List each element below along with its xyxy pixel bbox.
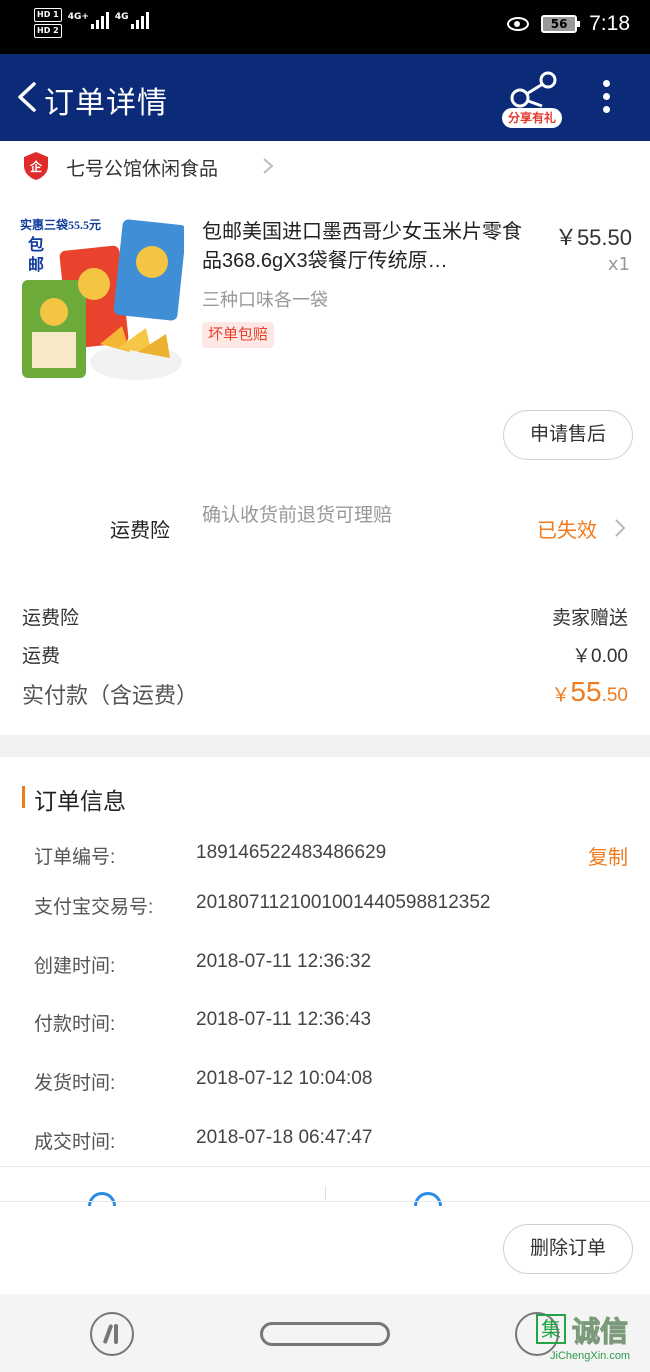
app-header: 订单详情 分享有礼 [0, 54, 650, 141]
shipped-time-value: 2018-07-12 10:04:08 [196, 1068, 373, 1089]
shipping-insurance-description: 确认收货前退货可理赔 [202, 505, 393, 526]
eye-comfort-icon [507, 17, 530, 31]
signal-2-icon: 4G [115, 12, 149, 29]
enterprise-shield-icon: 企 [24, 152, 48, 180]
shipping-fee-value: ￥0.00 [572, 646, 628, 667]
product-image[interactable]: 实惠三袋55.5元 包邮 [18, 212, 184, 382]
product-quantity: x1 [607, 254, 630, 275]
watermark-url: JiChengXin.com [550, 1350, 631, 1362]
order-info-title: 订单信息 [34, 788, 126, 814]
shipping-insurance-label: 运费险 [110, 520, 170, 542]
svg-text:企: 企 [29, 159, 43, 174]
order-number-value: 189146522483486629 [196, 842, 387, 863]
section-separator [0, 735, 650, 757]
completed-time-label: 成交时间: [34, 1132, 116, 1153]
shop-row[interactable]: 企 七号公馆休闲食品 [0, 141, 650, 191]
chevron-right-icon[interactable] [614, 518, 626, 538]
more-menu-icon[interactable] [600, 80, 612, 116]
total-paid-value: ￥55.50 [551, 676, 628, 708]
apply-after-sale-button[interactable]: 申请售后 [503, 410, 633, 460]
total-paid-label: 实付款（含运费） [22, 683, 199, 708]
system-nav-bar: 集 诚信 JiChengXin.com [0, 1294, 650, 1372]
total-paid-decimal: .50 [601, 685, 628, 706]
shop-name[interactable]: 七号公馆休闲食品 [66, 154, 218, 181]
product-title[interactable]: 包邮美国进口墨西哥少女玉米片零食品368.6gX3袋餐厅传统原… [202, 218, 538, 276]
created-time-value: 2018-07-11 12:36:32 [196, 951, 372, 972]
chevron-right-icon [263, 158, 274, 174]
divider [0, 1166, 650, 1167]
page-title: 订单详情 [44, 87, 168, 120]
copy-button[interactable]: 复制 [588, 841, 628, 870]
share-icon [510, 71, 557, 108]
signal-1-icon: 4G+ [68, 12, 109, 29]
alipay-trade-label: 支付宝交易号: [34, 897, 154, 918]
divider [0, 1201, 650, 1202]
clock: 7:18 [589, 12, 630, 35]
network-2-label: 4G [114, 12, 129, 22]
completed-time-value: 2018-07-18 06:47:47 [196, 1127, 373, 1148]
insurance-fee-label: 运费险 [22, 608, 80, 629]
hd-indicators: HD 1 HD 2 [34, 8, 62, 38]
call-seller-icon[interactable] [414, 1192, 444, 1206]
share-reward-badge: 分享有礼 [502, 108, 562, 128]
network-1-label: 4G+ [67, 12, 89, 22]
total-paid-integer: 55 [570, 676, 602, 707]
share-button[interactable]: 分享有礼 [500, 68, 564, 130]
watermark-logo: 集 诚信 JiChengXin.com [530, 1310, 646, 1368]
shipping-fee-label: 运费 [22, 646, 61, 667]
product-free-shipping-text: 包邮 [28, 237, 45, 274]
delete-order-button[interactable]: 删除订单 [503, 1224, 633, 1274]
watermark-name: 诚信 [571, 1315, 629, 1349]
created-time-label: 创建时间: [34, 956, 116, 977]
hd1-label: HD 1 [34, 8, 62, 22]
shipped-time-label: 发货时间: [34, 1073, 116, 1094]
product-price: ￥55.50 [554, 225, 632, 250]
section-accent-bar [22, 786, 25, 808]
network-indicators: HD 1 HD 2 4G+ 4G [34, 8, 149, 38]
shipping-insurance-status[interactable]: 已失效 [537, 514, 597, 543]
paid-time-label: 付款时间: [34, 1014, 116, 1035]
product-promo-text: 实惠三袋55.5元 [20, 218, 102, 232]
status-bar: HD 1 HD 2 4G+ 4G 56 7:18 [0, 0, 650, 54]
insurance-fee-value: 卖家赠送 [551, 608, 628, 629]
total-paid-currency: ￥ [551, 685, 571, 706]
contact-seller-icon[interactable] [88, 1192, 118, 1206]
back-arrow-icon[interactable] [14, 82, 40, 112]
battery-icon: 56 [541, 15, 581, 33]
product-sku: 三种口味各一袋 [202, 290, 328, 310]
dock-icon[interactable] [90, 1312, 134, 1356]
divider [325, 1186, 326, 1200]
hd2-label: HD 2 [34, 24, 62, 38]
paid-time-value: 2018-07-11 12:36:43 [196, 1009, 372, 1030]
alipay-trade-value: 2018071121001001440598812352 [196, 892, 491, 913]
home-pill-icon[interactable] [260, 1322, 390, 1346]
product-guarantee-tag: 坏单包赔 [202, 322, 275, 348]
order-number-label: 订单编号: [34, 847, 116, 868]
watermark-box: 集 [536, 1314, 566, 1344]
